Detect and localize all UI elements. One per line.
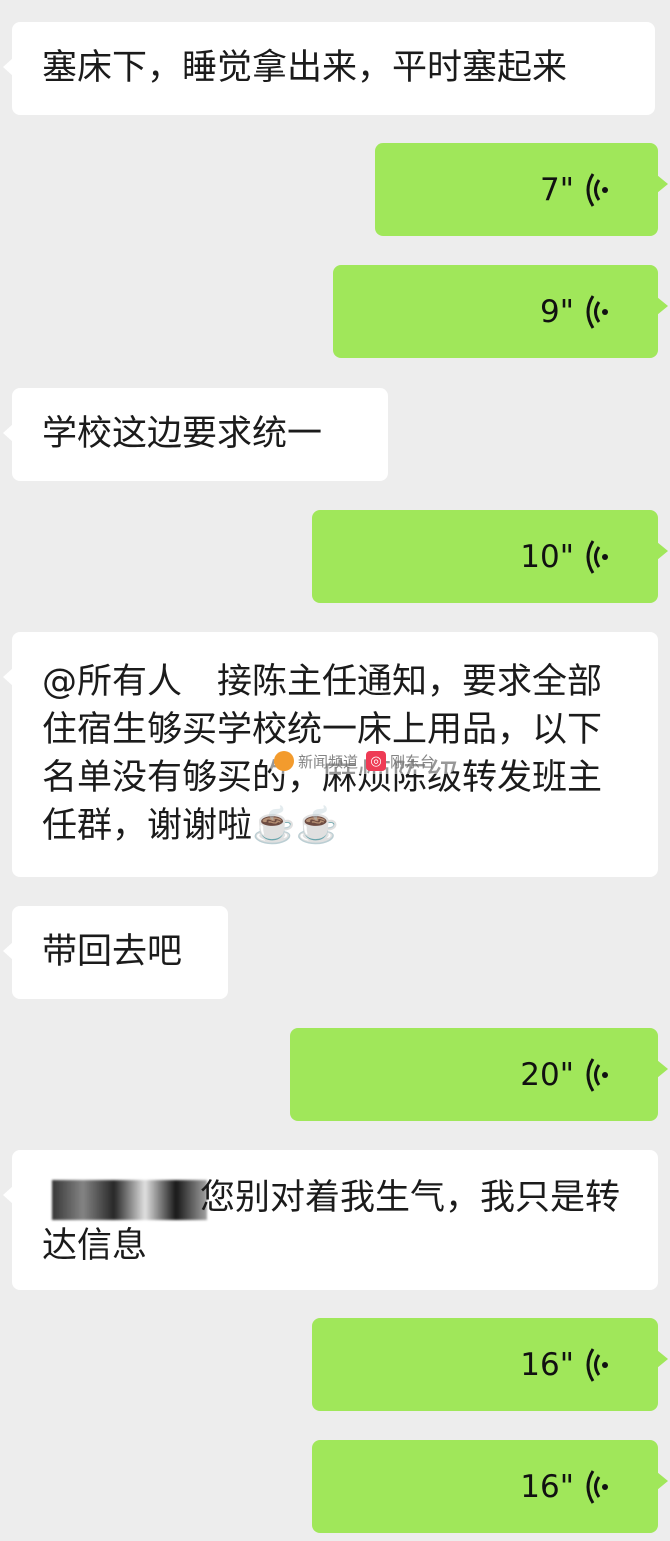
- voice-duration: 7": [540, 171, 574, 208]
- record-icon: ◎: [366, 751, 387, 771]
- voice-content: 16": [520, 1440, 614, 1533]
- voice-content: 7": [540, 143, 614, 236]
- voice-duration: 16": [520, 1346, 574, 1383]
- incoming-message[interactable]: 学校这边要求统一: [3, 388, 388, 481]
- watermark-right-text: 刚东台: [390, 752, 436, 771]
- watermark: 新闻频道 ◎ 刚东台: [268, 748, 458, 774]
- news-logo-icon: [274, 751, 294, 771]
- incoming-message[interactable]: 您别对着我生气，我只是转达信息: [3, 1150, 658, 1290]
- message-text: 塞床下，睡觉拿出来，平时塞起来: [42, 48, 568, 88]
- outgoing-voice-message[interactable]: 9": [333, 265, 668, 358]
- voice-wave-icon: [586, 1057, 608, 1092]
- outgoing-voice-message[interactable]: 7": [375, 143, 668, 236]
- voice-wave-icon: [586, 1469, 608, 1504]
- voice-duration: 16": [520, 1468, 574, 1505]
- voice-wave-icon: [586, 1347, 608, 1382]
- message-text: 您别对着我生气，我只是转达信息: [42, 1178, 621, 1266]
- outgoing-voice-message[interactable]: 16": [312, 1318, 668, 1411]
- watermark-left-text: 新闻频道: [298, 752, 359, 771]
- message-text: 带回去吧: [42, 932, 183, 972]
- voice-content: 20": [520, 1028, 614, 1121]
- voice-wave-icon: [586, 539, 608, 574]
- voice-wave-icon: [586, 294, 608, 329]
- outgoing-voice-message[interactable]: 16": [312, 1440, 668, 1533]
- voice-content: 10": [520, 510, 614, 603]
- voice-duration: 20": [520, 1056, 574, 1093]
- voice-content: 16": [520, 1318, 614, 1411]
- outgoing-voice-message[interactable]: 10": [312, 510, 668, 603]
- voice-duration: 10": [520, 538, 574, 575]
- voice-wave-icon: [586, 172, 608, 207]
- message-text: 学校这边要求统一: [42, 414, 323, 454]
- incoming-message[interactable]: 塞床下，睡觉拿出来，平时塞起来: [3, 22, 655, 115]
- incoming-message[interactable]: 带回去吧: [3, 906, 228, 999]
- voice-content: 9": [540, 265, 614, 358]
- voice-duration: 9": [540, 293, 574, 330]
- outgoing-voice-message[interactable]: 20": [290, 1028, 668, 1121]
